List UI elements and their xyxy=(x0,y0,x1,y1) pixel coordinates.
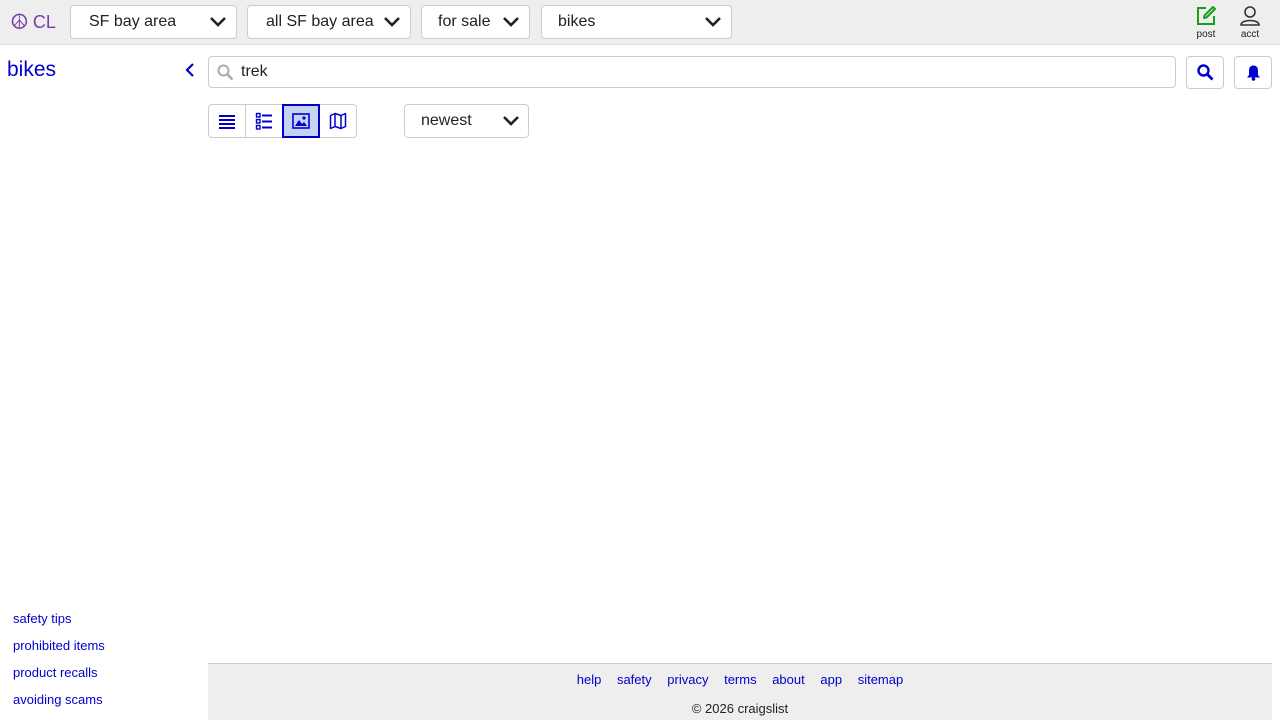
view-thumb-list-button[interactable] xyxy=(245,104,283,138)
top-header: ☮ CL SF bay area all SF bay area for sal… xyxy=(0,0,1280,45)
view-map-button[interactable] xyxy=(319,104,357,138)
chevron-down-icon xyxy=(384,17,400,27)
logo-text: CL xyxy=(32,11,56,32)
footer-link-sitemap[interactable]: sitemap xyxy=(858,672,904,687)
footer-link-help[interactable]: help xyxy=(577,672,602,687)
view-gallery-button[interactable] xyxy=(282,104,320,138)
peace-icon: ☮ xyxy=(10,10,29,34)
account-label: acct xyxy=(1240,29,1260,40)
section-select[interactable]: for sale xyxy=(421,5,530,39)
view-mode-switcher xyxy=(208,104,357,138)
subarea-select[interactable]: all SF bay area xyxy=(247,5,411,39)
product-recalls-link[interactable]: product recalls xyxy=(13,665,105,692)
page-footer: help safety privacy terms about app site… xyxy=(208,663,1272,720)
prohibited-items-link[interactable]: prohibited items xyxy=(13,638,105,665)
post-label: post xyxy=(1196,29,1216,40)
list-icon xyxy=(219,115,235,129)
search-icon xyxy=(217,64,234,81)
search-icon xyxy=(1196,64,1213,81)
footer-link-about[interactable]: about xyxy=(772,672,805,687)
safety-tips-link[interactable]: safety tips xyxy=(13,611,105,638)
user-icon xyxy=(1240,6,1260,26)
search-button[interactable] xyxy=(1186,56,1224,89)
section-select-value: for sale xyxy=(438,13,491,30)
gallery-image-icon xyxy=(292,113,310,129)
chevron-down-icon xyxy=(705,17,721,27)
search-alert-button[interactable] xyxy=(1234,56,1272,89)
craigslist-logo[interactable]: ☮ CL xyxy=(10,10,56,34)
chevron-down-icon xyxy=(503,116,519,126)
search-box xyxy=(208,56,1176,88)
footer-link-safety[interactable]: safety xyxy=(617,672,652,687)
footer-link-privacy[interactable]: privacy xyxy=(667,672,708,687)
post-edit-icon xyxy=(1197,6,1216,25)
category-select-value: bikes xyxy=(558,13,596,30)
category-title: bikes xyxy=(7,58,57,81)
avoiding-scams-link[interactable]: avoiding scams xyxy=(13,692,105,719)
map-icon xyxy=(329,112,347,130)
footer-link-app[interactable]: app xyxy=(820,672,842,687)
account-button[interactable]: acct xyxy=(1232,5,1268,41)
subarea-select-value: all SF bay area xyxy=(266,13,374,30)
chevron-left-icon[interactable] xyxy=(182,62,198,78)
sort-select-value: newest xyxy=(421,112,472,129)
thumb-list-icon xyxy=(255,112,272,130)
safety-links: safety tips prohibited items product rec… xyxy=(13,611,105,719)
copyright-text: © 2026 craigslist xyxy=(691,701,789,716)
category-select[interactable]: bikes xyxy=(541,5,732,39)
area-select-value: SF bay area xyxy=(89,13,177,30)
bell-icon xyxy=(1246,65,1260,81)
chevron-down-icon xyxy=(503,17,519,27)
footer-links: help safety privacy terms about app site… xyxy=(208,672,1272,687)
footer-link-terms[interactable]: terms xyxy=(724,672,757,687)
sort-select[interactable]: newest xyxy=(404,104,529,138)
area-select[interactable]: SF bay area xyxy=(70,5,237,39)
search-input[interactable] xyxy=(241,59,1161,85)
post-button[interactable]: post xyxy=(1188,5,1224,41)
chevron-down-icon xyxy=(210,17,226,27)
view-list-button[interactable] xyxy=(208,104,246,138)
